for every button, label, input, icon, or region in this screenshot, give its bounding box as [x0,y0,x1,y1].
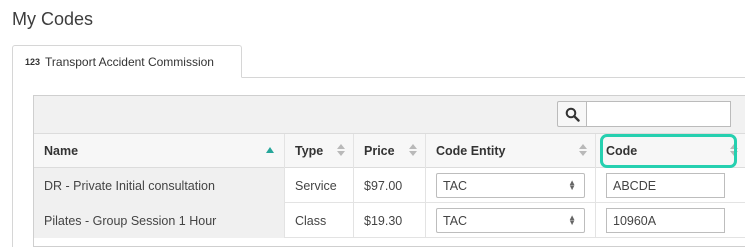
cell-type: Class [285,203,354,238]
numbers-icon: 123 [25,56,41,67]
cell-name: DR - Private Initial consultation [34,168,285,203]
search-icon [565,107,580,122]
cell-type: Service [285,168,354,203]
select-arrows-icon: ▲ ▼ [568,178,576,192]
column-header-label: Name [44,144,79,158]
codes-grid: Name Type Price Code Entity Code DR - Pr… [33,95,745,247]
column-header-price[interactable]: Price [354,134,426,168]
cell-price: $19.30 [354,203,426,238]
table-row: Pilates - Group Session 1 Hour Class $19… [34,203,745,238]
column-header-label: Code Entity [436,144,506,158]
column-header-code-entity[interactable]: Code Entity [426,134,596,168]
column-header-name[interactable]: Name [34,134,285,168]
tab-bar: 123 Transport Accident Commission [0,45,745,78]
code-input[interactable]: ABCDE [606,173,725,198]
cell-price: $97.00 [354,168,426,203]
cell-code: ABCDE [596,168,745,203]
code-entity-select-value: TAC [443,178,468,193]
column-header-type[interactable]: Type [285,134,354,168]
sort-ascending-icon [266,147,274,153]
search-input[interactable] [587,101,731,127]
page-title: My Codes [12,9,94,29]
column-header-code[interactable]: Code [596,134,745,168]
cell-code: 10960A [596,203,745,238]
column-header-label: Code [606,144,638,158]
table-header: Name Type Price Code Entity Code [34,134,745,168]
sort-icon [730,144,738,158]
code-input[interactable]: 10960A [606,208,725,233]
code-entity-select[interactable]: TAC ▲ ▼ [436,173,585,198]
column-header-label: Type [295,144,324,158]
code-entity-select[interactable]: TAC ▲ ▼ [436,208,585,233]
code-entity-select-value: TAC [443,213,468,228]
select-arrows-icon: ▲ ▼ [568,213,576,227]
sort-icon [337,144,345,158]
table-row: DR - Private Initial consultation Servic… [34,168,745,203]
cell-code-entity: TAC ▲ ▼ [426,168,596,203]
cell-code-entity: TAC ▲ ▼ [426,203,596,238]
tab-label: Transport Accident Commission [45,54,214,69]
sort-icon [579,144,587,158]
column-header-label: Price [364,144,395,158]
search-button[interactable] [557,101,587,127]
tab-transport-accident-commission[interactable]: 123 Transport Accident Commission [12,45,242,78]
cell-name: Pilates - Group Session 1 Hour [34,203,285,238]
grid-toolbar [34,96,745,134]
sort-icon [409,144,417,158]
